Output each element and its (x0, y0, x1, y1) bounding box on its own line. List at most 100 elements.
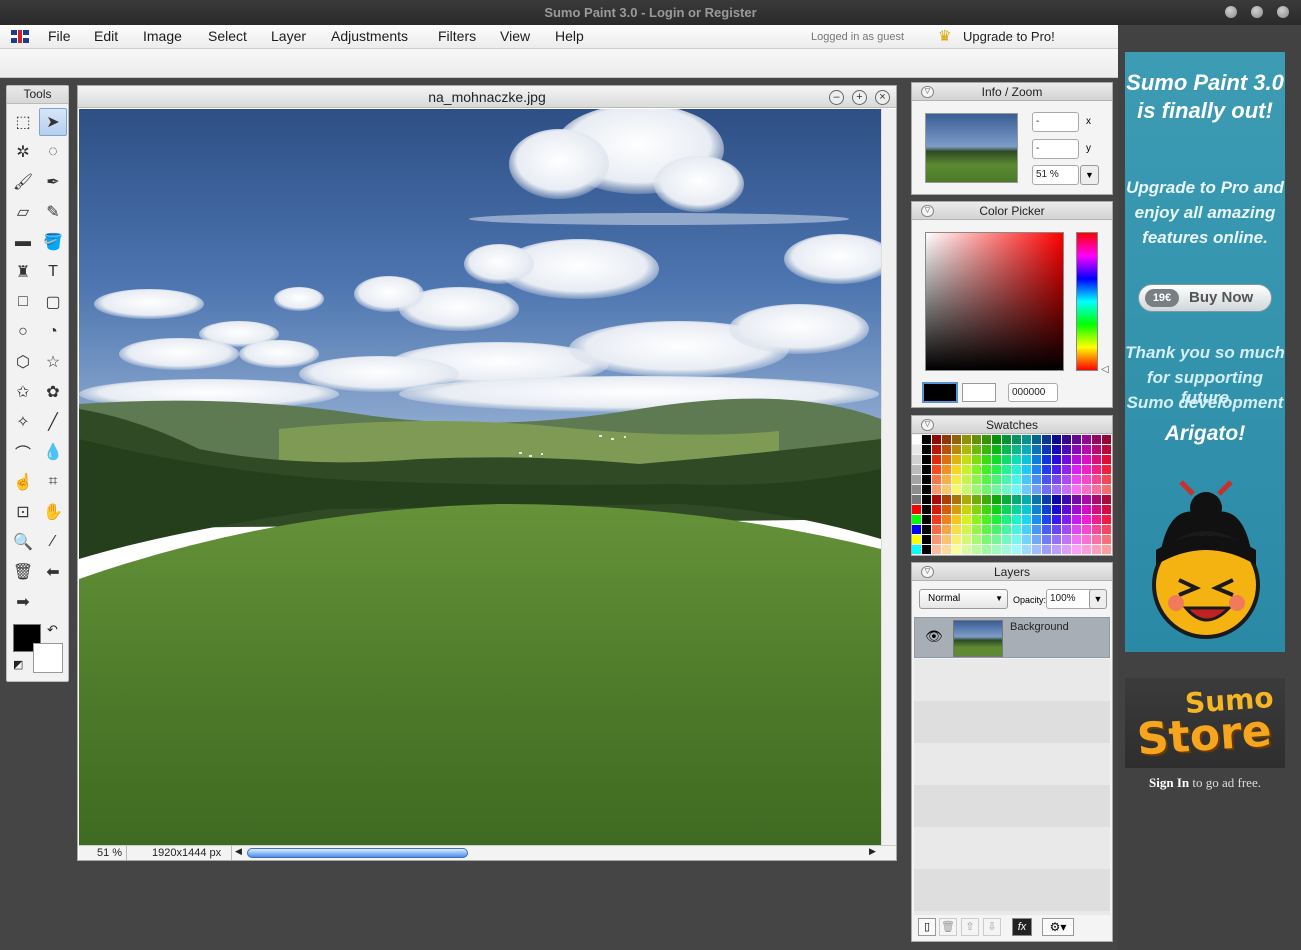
swatch-cell[interactable] (932, 545, 941, 554)
swatch-cell[interactable] (1002, 515, 1011, 524)
swatch-cell[interactable] (912, 525, 921, 534)
swatch-cell[interactable] (1002, 435, 1011, 444)
swatch-cell[interactable] (1022, 465, 1031, 474)
swatch-cell[interactable] (1052, 445, 1061, 454)
swatch-cell[interactable] (1082, 435, 1091, 444)
rounded-rectangle-tool-icon[interactable]: ▢ (39, 288, 67, 316)
swatch-cell[interactable] (992, 535, 1001, 544)
swatch-cell[interactable] (1082, 445, 1091, 454)
swatch-cell[interactable] (972, 535, 981, 544)
swatch-cell[interactable] (962, 455, 971, 464)
swatch-cell[interactable] (1082, 475, 1091, 484)
horizontal-scroll-thumb[interactable] (247, 848, 468, 858)
swatch-cell[interactable] (912, 535, 921, 544)
swatch-cell[interactable] (1012, 495, 1021, 504)
swatch-cell[interactable] (1072, 445, 1081, 454)
swatch-cell[interactable] (952, 505, 961, 514)
swatch-cell[interactable] (1082, 455, 1091, 464)
swatch-cell[interactable] (992, 505, 1001, 514)
swatch-cell[interactable] (1012, 545, 1021, 554)
swatch-cell[interactable] (912, 495, 921, 504)
swatch-cell[interactable] (972, 435, 981, 444)
swatch-cell[interactable] (1052, 505, 1061, 514)
swatch-cell[interactable] (1032, 485, 1041, 494)
line-tool-icon[interactable]: ╱ (39, 408, 67, 436)
swatch-cell[interactable] (1012, 445, 1021, 454)
swatch-cell[interactable] (1022, 515, 1031, 524)
move-layer-down-icon[interactable]: ⇩ (983, 918, 1001, 936)
swatch-cell[interactable] (912, 445, 921, 454)
swatch-cell[interactable] (992, 525, 1001, 534)
swatch-cell[interactable] (1102, 485, 1111, 494)
navigator-thumbnail[interactable] (925, 113, 1018, 183)
swatch-cell[interactable] (1042, 545, 1051, 554)
redo-arrow-icon[interactable]: ➡ (9, 588, 37, 616)
squiggle-tool-icon[interactable]: ✧ (9, 408, 37, 436)
swatch-cell[interactable] (942, 545, 951, 554)
transform-tool-icon[interactable]: ⊡ (9, 498, 37, 526)
upgrade-ad-banner[interactable]: Sumo Paint 3.0 is finally out! Upgrade t… (1125, 52, 1285, 652)
upgrade-link[interactable]: Upgrade to Pro! (963, 25, 1055, 48)
star-outline-tool-icon[interactable]: ✩ (9, 378, 37, 406)
language-flag-icon[interactable] (11, 30, 29, 43)
text-tool-icon[interactable]: T (39, 258, 67, 286)
secondary-color-swatch[interactable] (33, 643, 63, 673)
swatch-cell[interactable] (1092, 445, 1101, 454)
swatch-cell[interactable] (1062, 545, 1071, 554)
swatch-cell[interactable] (912, 465, 921, 474)
swatch-cell[interactable] (922, 475, 931, 484)
swatch-cell[interactable] (1092, 435, 1101, 444)
swatch-cell[interactable] (912, 455, 921, 464)
swatch-cell[interactable] (1002, 535, 1011, 544)
swatch-cell[interactable] (992, 545, 1001, 554)
swatch-cell[interactable] (982, 545, 991, 554)
swatch-cell[interactable] (1032, 505, 1041, 514)
swatch-cell[interactable] (1092, 545, 1101, 554)
swatch-cell[interactable] (952, 475, 961, 484)
sumo-store-banner[interactable]: Sumo Store (1125, 678, 1285, 768)
zoom-input[interactable]: 51 % (1032, 165, 1079, 185)
swatch-cell[interactable] (1022, 455, 1031, 464)
swatch-cell[interactable] (922, 525, 931, 534)
opacity-input[interactable]: 100% (1046, 589, 1094, 609)
swatch-cell[interactable] (1062, 515, 1071, 524)
swatch-cell[interactable] (992, 465, 1001, 474)
menu-help[interactable]: Help (555, 25, 584, 49)
swatch-cell[interactable] (1022, 505, 1031, 514)
doc-maximize-button[interactable]: + (852, 90, 867, 105)
swatch-grid[interactable] (912, 435, 1112, 555)
swatch-cell[interactable] (1092, 485, 1101, 494)
swatch-cell[interactable] (1042, 535, 1051, 544)
swatch-cell[interactable] (1102, 435, 1111, 444)
maximize-button[interactable] (1251, 6, 1263, 18)
swatch-cell[interactable] (1012, 535, 1021, 544)
swatch-cell[interactable] (982, 485, 991, 494)
zoom-dropdown-icon[interactable]: ▼ (1080, 165, 1099, 185)
scroll-right-arrow-icon[interactable]: ▶ (869, 846, 876, 857)
swatch-cell[interactable] (1062, 495, 1071, 504)
swatch-cell[interactable] (1092, 525, 1101, 534)
zoom-tool-icon[interactable]: 🔍 (9, 528, 37, 556)
swatch-cell[interactable] (1042, 475, 1051, 484)
swatch-cell[interactable] (912, 515, 921, 524)
swatch-cell[interactable] (1032, 545, 1041, 554)
swatch-cell[interactable] (922, 495, 931, 504)
swatch-cell[interactable] (982, 475, 991, 484)
arc-tool-icon[interactable]: ◔ (39, 318, 67, 346)
swatch-cell[interactable] (1022, 525, 1031, 534)
swatch-cell[interactable] (1062, 455, 1071, 464)
swatch-cell[interactable] (1002, 545, 1011, 554)
swatch-cell[interactable] (1052, 475, 1061, 484)
swatch-cell[interactable] (962, 545, 971, 554)
delete-layer-icon[interactable]: 🗑 (939, 918, 957, 936)
swatch-cell[interactable] (1062, 505, 1071, 514)
vertical-scrollbar[interactable] (881, 109, 896, 845)
menu-layer[interactable]: Layer (271, 25, 306, 49)
swatch-cell[interactable] (1082, 495, 1091, 504)
menu-adjustments[interactable]: Adjustments (331, 25, 408, 49)
swatch-cell[interactable] (982, 455, 991, 464)
swatch-cell[interactable] (1092, 495, 1101, 504)
swatch-cell[interactable] (1012, 485, 1021, 494)
marquee-tool-icon[interactable]: ⬚ (9, 108, 37, 136)
swatch-cell[interactable] (982, 515, 991, 524)
